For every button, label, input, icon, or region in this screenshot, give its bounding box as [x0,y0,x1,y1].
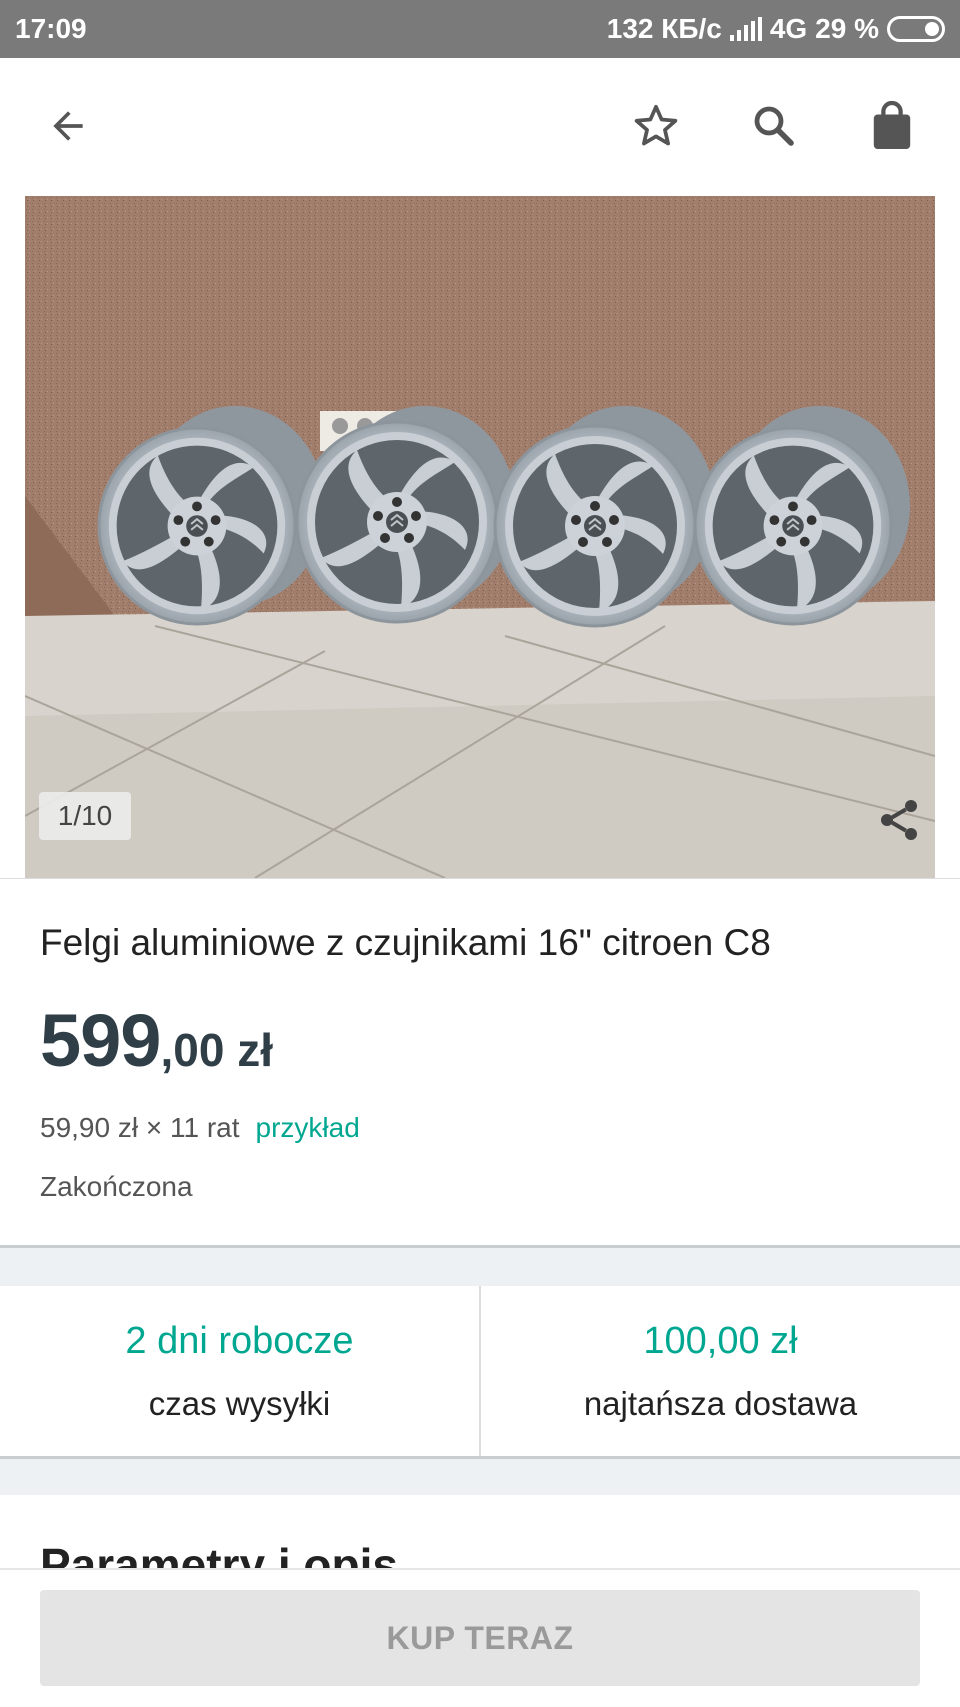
network-type: 4G [769,13,808,44]
shipping-time-box[interactable]: 2 dni robocze czas wysyłki [0,1286,479,1456]
network-speed: 132 КБ/с [606,13,722,44]
cheapest-delivery-label: najtańsza dostawa [583,1384,858,1422]
section-gap [0,1459,960,1495]
delivery-panel: 2 dni robocze czas wysyłki 100,00 zł naj… [0,1286,960,1456]
status-time: 17:09 [15,13,87,44]
installment-text: 59,90 zł × 11 rat [40,1112,240,1143]
divider [0,878,960,879]
status-right: 132 КБ/с 4G 29 % [607,13,945,45]
product-photo[interactable]: 1/10 [25,196,935,878]
bottom-action-bar: KUP TERAZ [0,1568,960,1707]
star-outline-icon[interactable] [626,96,686,156]
installment-info: 59,90 zł × 11 rat przykład [40,1112,360,1144]
listing-price: 599,00 zł [40,998,273,1083]
battery-percent: 29 % [815,13,879,44]
share-icon[interactable] [871,792,927,848]
battery-icon [887,16,945,42]
photo-counter: 1/10 [39,792,131,840]
arrow-left-icon[interactable] [38,96,98,156]
buy-now-button[interactable]: KUP TERAZ [40,1590,920,1686]
installment-example-link[interactable]: przykład [256,1112,360,1143]
shipping-time-label: czas wysyłki [148,1384,331,1422]
status-bar: 17:09 132 КБ/с 4G 29 % [0,0,960,58]
search-icon[interactable] [744,96,804,156]
listing-title: Felgi aluminiowe z czujnikami 16" citroe… [40,922,771,963]
shipping-time-value: 2 dni robocze [125,1319,354,1362]
shopping-bag-icon[interactable] [862,96,922,156]
listing-status: Zakończona [40,1171,193,1202]
signal-icon [729,17,762,41]
app-toolbar [0,58,960,196]
price-integer: 599 [40,999,161,1082]
cheapest-delivery-value: 100,00 zł [643,1319,798,1362]
price-fraction: ,00 zł [160,1024,273,1076]
cheapest-delivery-box[interactable]: 100,00 zł najtańsza dostawa [481,1286,960,1456]
photo-image [25,196,935,878]
section-gap [0,1248,960,1286]
